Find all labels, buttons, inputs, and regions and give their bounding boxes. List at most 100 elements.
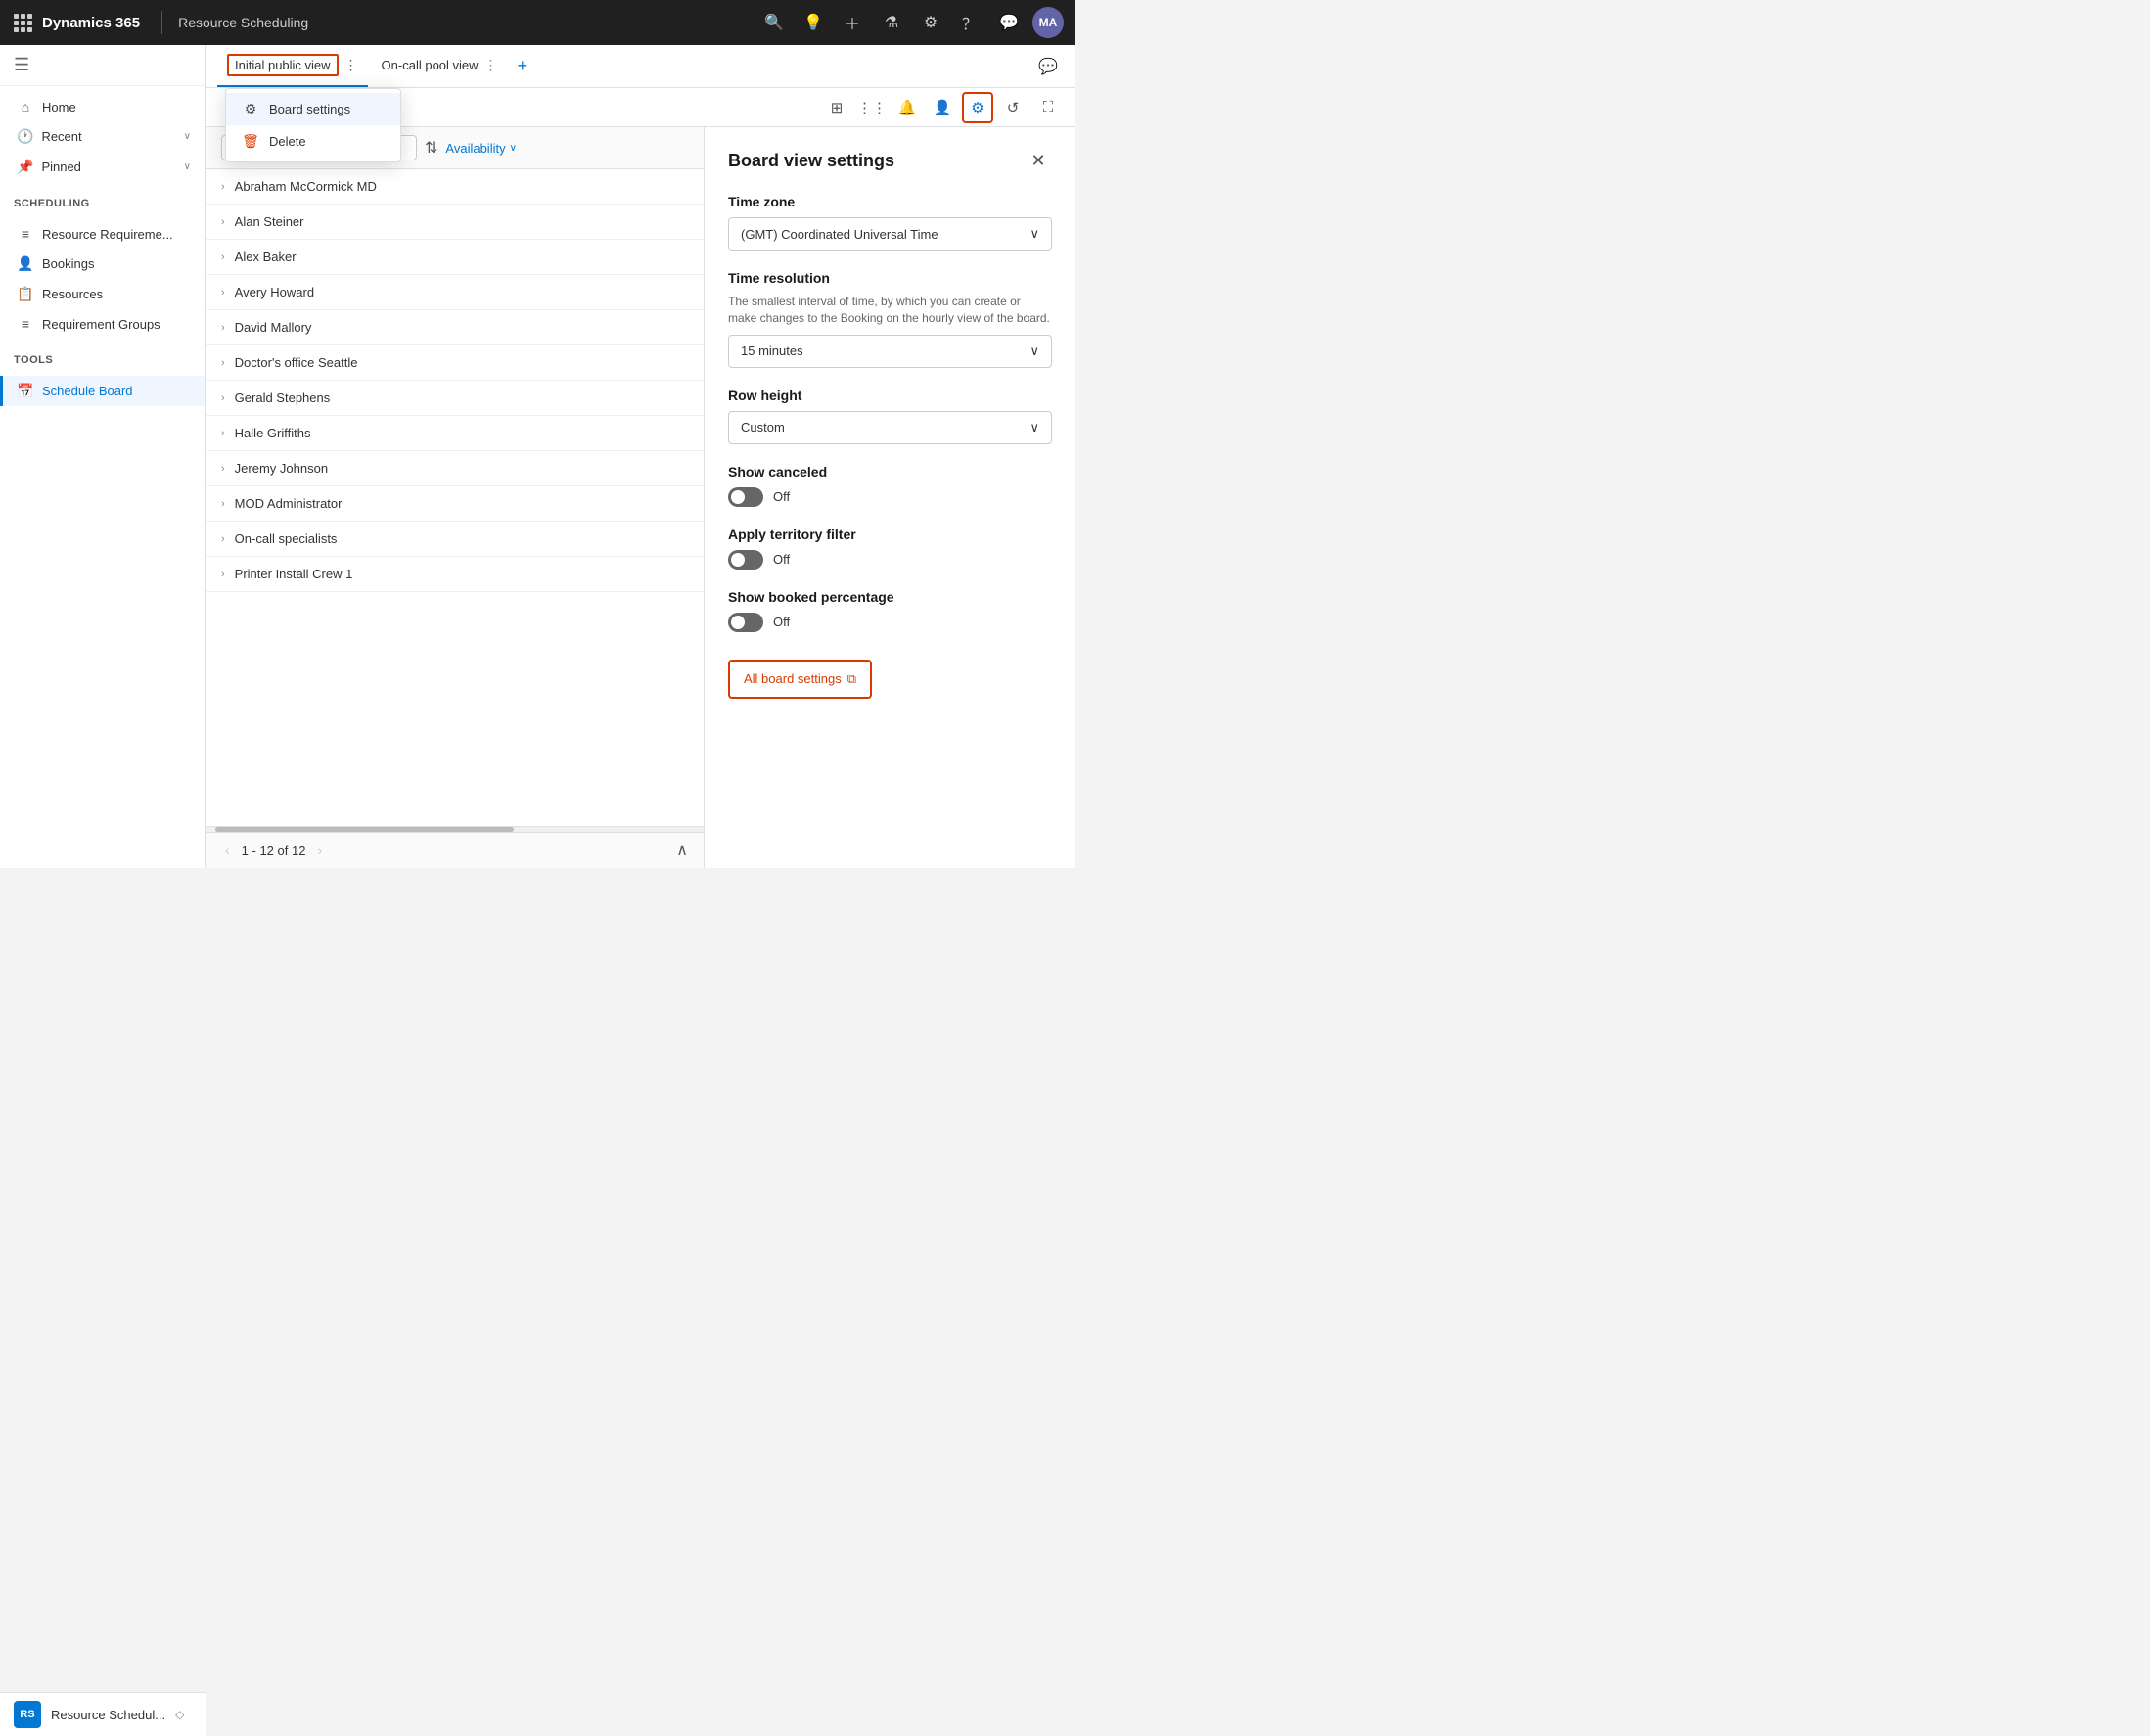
help-icon[interactable]: ？	[954, 7, 985, 38]
row-chevron-icon: ›	[221, 322, 225, 334]
board-view-icon-btn[interactable]: ⊞	[821, 92, 852, 123]
table-row[interactable]: › David Mallory	[206, 310, 704, 345]
waffle-menu[interactable]	[12, 12, 34, 34]
show-booked-toggle-row: Off	[728, 613, 1052, 632]
refresh-icon-btn[interactable]: ↺	[997, 92, 1029, 123]
table-row[interactable]: › Jeremy Johnson	[206, 451, 704, 486]
row-chevron-icon: ›	[221, 357, 225, 369]
settings-icon-btn[interactable]: ⚙	[962, 92, 993, 123]
table-row[interactable]: › Abraham McCormick MD	[206, 169, 704, 205]
collapse-icon[interactable]: ∧	[676, 841, 688, 860]
sidebar-item-schedule-board[interactable]: 📅 Schedule Board	[0, 376, 205, 406]
pagination: ‹ 1 - 12 of 12 › ∧	[206, 832, 704, 868]
row-chevron-icon: ›	[221, 463, 225, 475]
apply-territory-section: Apply territory filter Off	[728, 526, 1052, 570]
table-row[interactable]: › Alan Steiner	[206, 205, 704, 240]
row-height-label: Row height	[728, 388, 1052, 403]
sidebar-item-req-groups-label: Requirement Groups	[42, 317, 160, 332]
toolbar-right: ⊞ ⋮⋮ 🔔 👤 ⚙ ↺ ⛶	[821, 92, 1064, 123]
apply-territory-label: Apply territory filter	[728, 526, 1052, 542]
table-row[interactable]: › Alex Baker	[206, 240, 704, 275]
tab-on-call-pool[interactable]: On-call pool view ⋮	[372, 45, 508, 87]
resource-name: Avery Howard	[235, 285, 688, 299]
resource-rows: › Abraham McCormick MD › Alan Steiner › …	[206, 169, 704, 826]
expand-icon-btn[interactable]: ⛶	[1032, 92, 1064, 123]
resource-name: Printer Install Crew 1	[235, 567, 688, 581]
sidebar-item-resources[interactable]: 📋 Resources	[0, 279, 205, 309]
table-row[interactable]: › Gerald Stephens	[206, 381, 704, 416]
brand-name: Dynamics 365	[42, 15, 140, 31]
sidebar-toggle[interactable]: ☰	[0, 45, 205, 86]
sidebar-item-pinned[interactable]: 📌 Pinned ∨	[0, 152, 205, 182]
search-icon[interactable]: 🔍	[758, 7, 790, 38]
sidebar-nav-section: ⌂ Home 🕐 Recent ∨ 📌 Pinned ∨	[0, 86, 205, 188]
row-chevron-icon: ›	[221, 498, 225, 510]
show-canceled-toggle[interactable]	[728, 487, 763, 507]
recent-chevron-icon: ∨	[184, 131, 191, 142]
table-row[interactable]: › Doctor's office Seattle	[206, 345, 704, 381]
bookings-icon: 👤	[17, 255, 34, 272]
resource-name: Doctor's office Seattle	[235, 355, 688, 370]
sidebar-item-resources-label: Resources	[42, 287, 103, 301]
table-row[interactable]: › Printer Install Crew 1	[206, 557, 704, 592]
context-menu-item-board-settings[interactable]: ⚙ Board settings	[226, 93, 400, 125]
all-board-settings-link[interactable]: All board settings ⧉	[728, 660, 872, 699]
show-booked-toggle[interactable]	[728, 613, 763, 632]
table-row[interactable]: › On-call specialists	[206, 522, 704, 557]
table-row[interactable]: › Halle Griffiths	[206, 416, 704, 451]
gear-icon[interactable]: ⚙	[915, 7, 946, 38]
row-height-select[interactable]: Custom ∨	[728, 411, 1052, 444]
row-chevron-icon: ›	[221, 216, 225, 228]
alert-icon-btn[interactable]: 🔔	[892, 92, 923, 123]
timezone-section: Time zone (GMT) Coordinated Universal Ti…	[728, 194, 1052, 251]
lightbulb-icon[interactable]: 💡	[798, 7, 829, 38]
home-icon: ⌂	[17, 99, 34, 114]
sidebar-item-recent[interactable]: 🕐 Recent ∨	[0, 121, 205, 152]
bottom-bar-diamond-icon: ◇	[175, 1708, 184, 1721]
columns-icon-btn[interactable]: ⋮⋮	[856, 92, 888, 123]
context-menu: ⚙ Board settings 🗑 Delete	[225, 88, 401, 162]
pagination-next-button[interactable]: ›	[313, 841, 326, 860]
sidebar-item-bookings-label: Bookings	[42, 256, 94, 271]
plus-icon[interactable]: ＋	[837, 7, 868, 38]
sort-icon[interactable]: ⇅	[425, 138, 437, 158]
timezone-label: Time zone	[728, 194, 1052, 209]
chat-icon[interactable]: 💬	[993, 7, 1025, 38]
hamburger-icon[interactable]: ☰	[14, 55, 29, 75]
time-resolution-section: Time resolution The smallest interval of…	[728, 270, 1052, 368]
availability-label: Availability	[445, 141, 505, 156]
avail-chevron-icon: ∨	[510, 143, 517, 154]
availability-button[interactable]: Availability ∨	[445, 141, 517, 156]
time-resolution-select[interactable]: 15 minutes ∨	[728, 335, 1052, 368]
nav-divider	[161, 11, 162, 34]
tab-initial-public[interactable]: Initial public view ⋮	[217, 45, 368, 87]
filter-icon[interactable]: ⚗	[876, 7, 907, 38]
sidebar-item-requirement-groups[interactable]: ≡ Requirement Groups	[0, 309, 205, 339]
settings-close-button[interactable]: ✕	[1025, 147, 1052, 174]
timezone-select[interactable]: (GMT) Coordinated Universal Time ∨	[728, 217, 1052, 251]
pagination-prev-button[interactable]: ‹	[221, 841, 234, 860]
show-booked-label: Show booked percentage	[728, 589, 1052, 605]
recent-icon: 🕐	[17, 128, 33, 145]
row-height-chevron-icon: ∨	[1029, 420, 1039, 435]
tab-add-button[interactable]: +	[512, 54, 534, 78]
scheduling-heading: Scheduling	[0, 188, 205, 213]
tab-on-call-more-icon[interactable]: ⋮	[484, 57, 498, 73]
resource-name: Gerald Stephens	[235, 390, 688, 405]
sidebar-item-home[interactable]: ⌂ Home	[0, 92, 205, 121]
resource-icon-btn[interactable]: 👤	[927, 92, 958, 123]
table-row[interactable]: › MOD Administrator	[206, 486, 704, 522]
row-height-value: Custom	[741, 420, 785, 434]
context-menu-item-delete[interactable]: 🗑 Delete	[226, 125, 400, 158]
chat-panel-icon[interactable]: 💬	[1032, 51, 1064, 82]
tab-initial-more-icon[interactable]: ⋮	[344, 57, 358, 73]
tab-initial-public-label: Initial public view	[227, 54, 339, 76]
table-row[interactable]: › Avery Howard	[206, 275, 704, 310]
avatar[interactable]: MA	[1032, 7, 1064, 38]
bottom-bar: RS Resource Schedul... ◇	[0, 1692, 206, 1736]
resource-name: On-call specialists	[235, 531, 688, 546]
sidebar-item-resource-req[interactable]: ≡ Resource Requireme...	[0, 219, 205, 249]
sidebar-item-bookings[interactable]: 👤 Bookings	[0, 249, 205, 279]
sidebar-item-pinned-label: Pinned	[41, 160, 80, 174]
apply-territory-toggle[interactable]	[728, 550, 763, 570]
